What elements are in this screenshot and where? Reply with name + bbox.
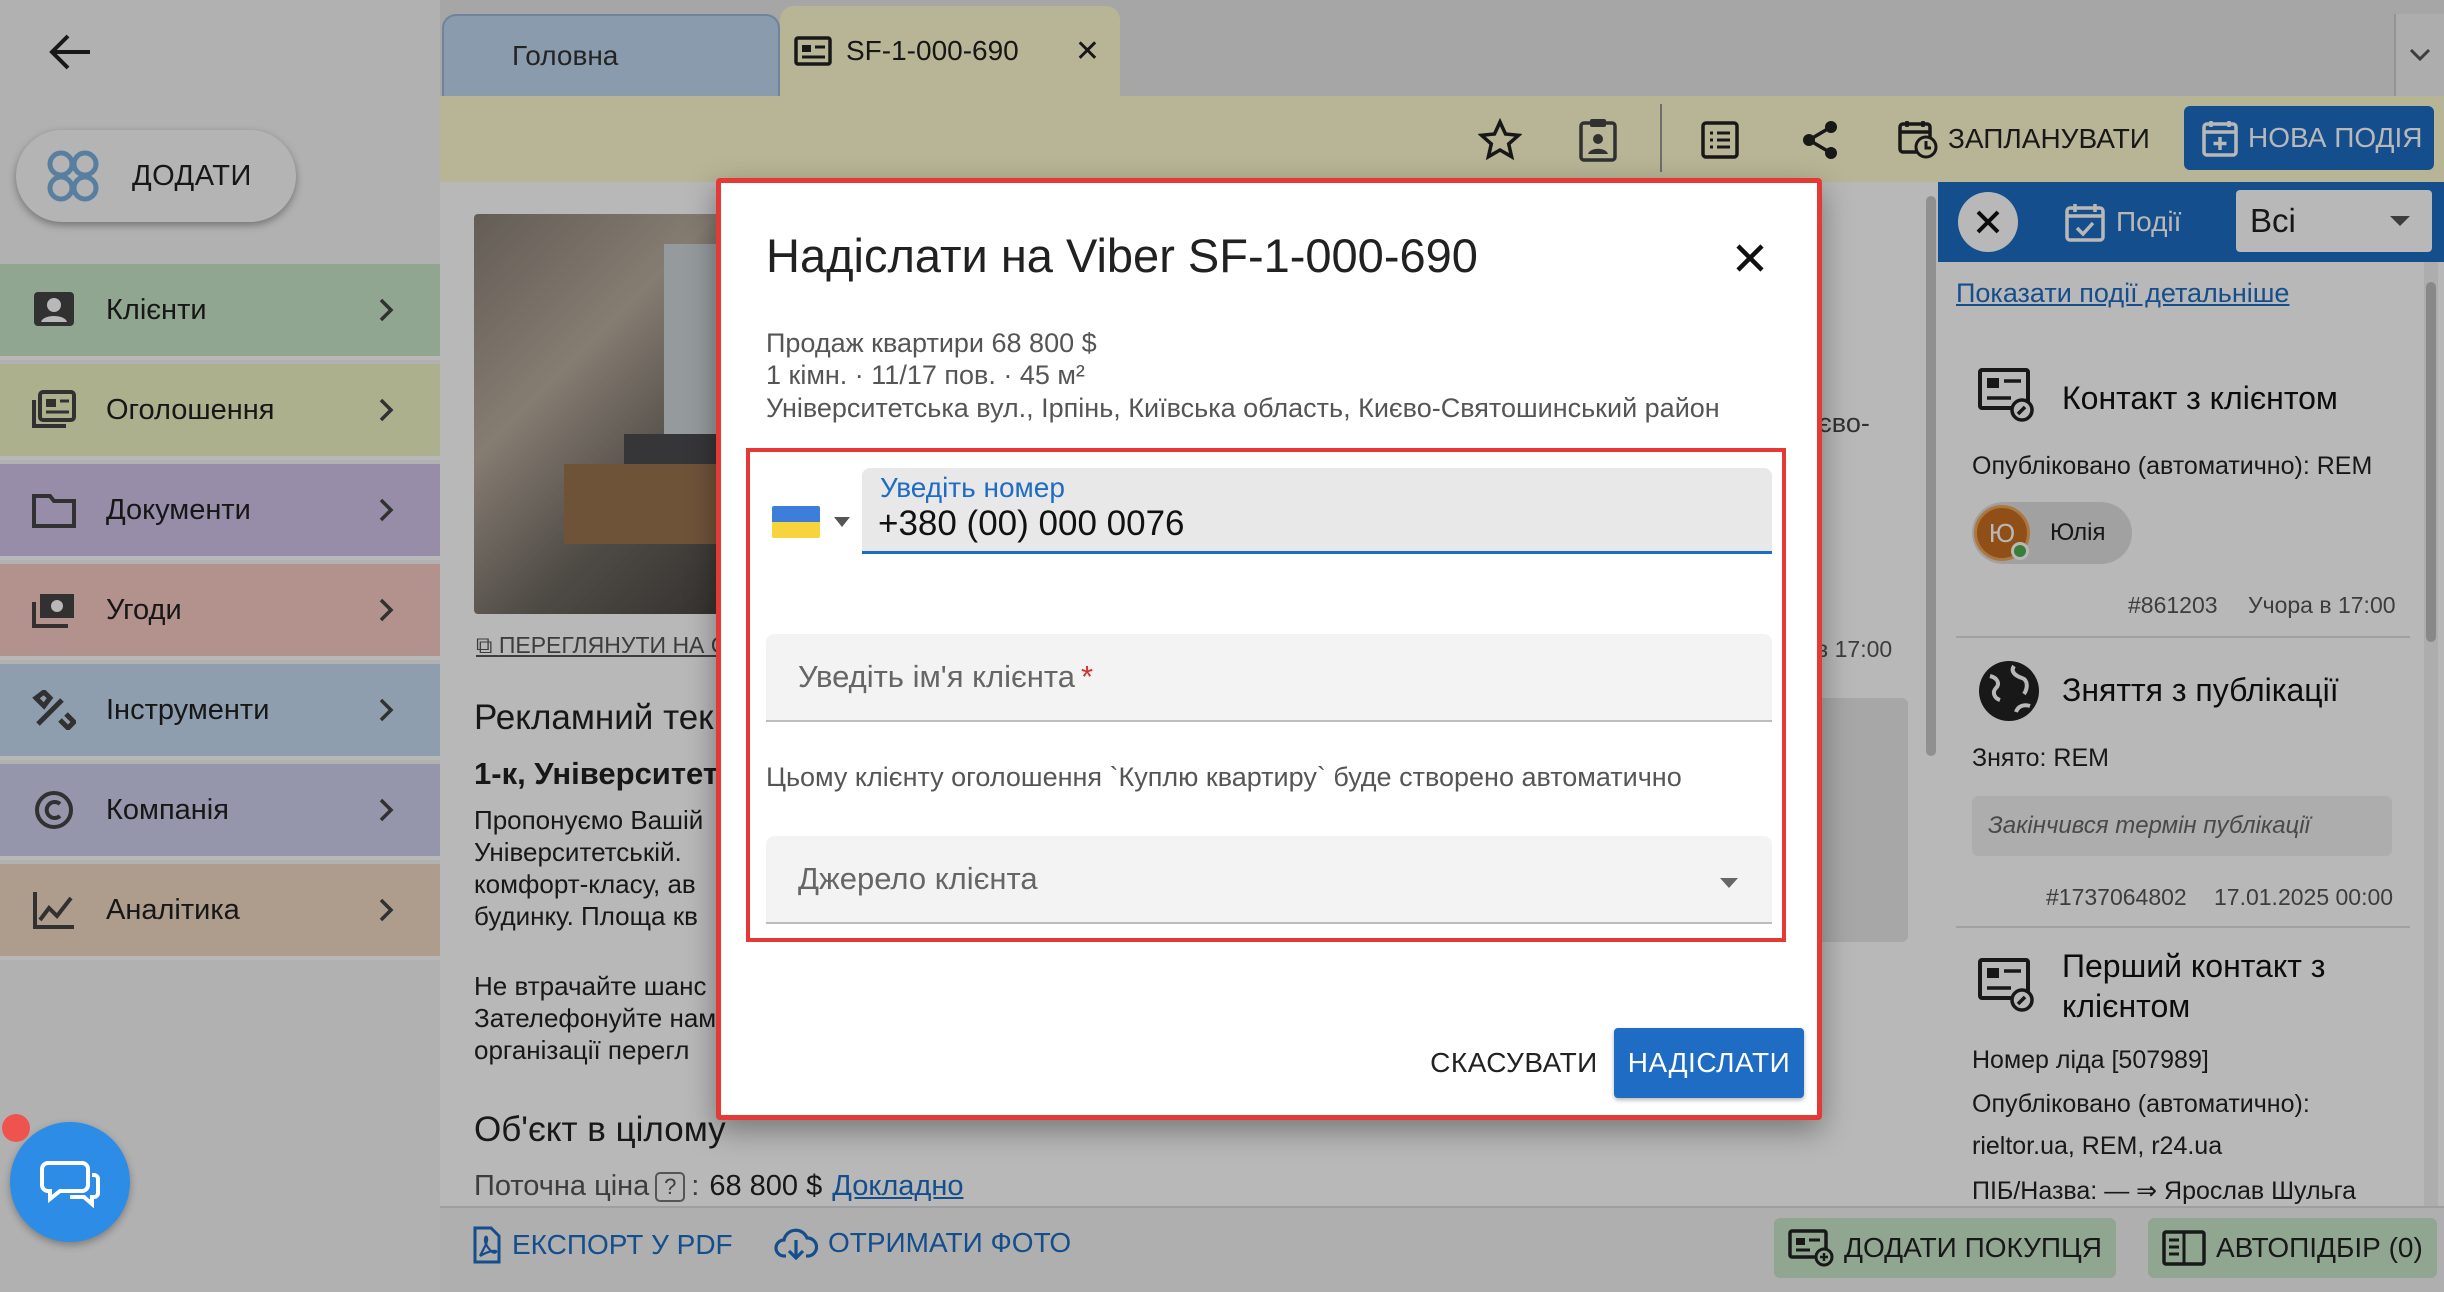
- close-icon: [1736, 244, 1764, 272]
- dropdown-caret-icon: [834, 517, 850, 527]
- chat-button[interactable]: [10, 1122, 130, 1242]
- listing-address: Університетська вул., Ірпінь, Київська о…: [766, 393, 1720, 423]
- phone-input-label: Уведіть номер: [880, 472, 1065, 503]
- dialog-title: Надіслати на Viber SF-1-000-690: [766, 229, 1478, 282]
- client-name-input[interactable]: Уведіть ім'я клієнта *: [766, 634, 1772, 722]
- country-code-select[interactable]: [772, 506, 850, 538]
- phone-input-value[interactable]: +380 (00) 000 0076: [878, 504, 1185, 544]
- listing-summary: Продаж квартири 68 800 $: [766, 328, 1097, 358]
- client-name-placeholder: Уведіть ім'я клієнта: [798, 659, 1076, 694]
- required-mark: *: [1081, 659, 1094, 694]
- send-button[interactable]: НАДІСЛАТИ: [1614, 1028, 1804, 1098]
- client-source-select[interactable]: Джерело клієнта: [766, 836, 1772, 924]
- auto-create-note: Цьому клієнту оголошення `Куплю квартиру…: [766, 762, 1682, 792]
- chat-bubbles-icon: [40, 1161, 100, 1209]
- client-source-placeholder: Джерело клієнта: [798, 861, 1038, 896]
- chat-notification-badge: [2, 1114, 30, 1142]
- dropdown-caret-icon: [1720, 878, 1738, 888]
- close-dialog-button[interactable]: [1720, 228, 1780, 288]
- cancel-button[interactable]: СКАСУВАТИ: [1404, 1030, 1624, 1096]
- listing-details: 1 кімн. · 11/17 пов. · 45 м²: [766, 360, 1085, 390]
- ukraine-flag-icon: [772, 506, 820, 538]
